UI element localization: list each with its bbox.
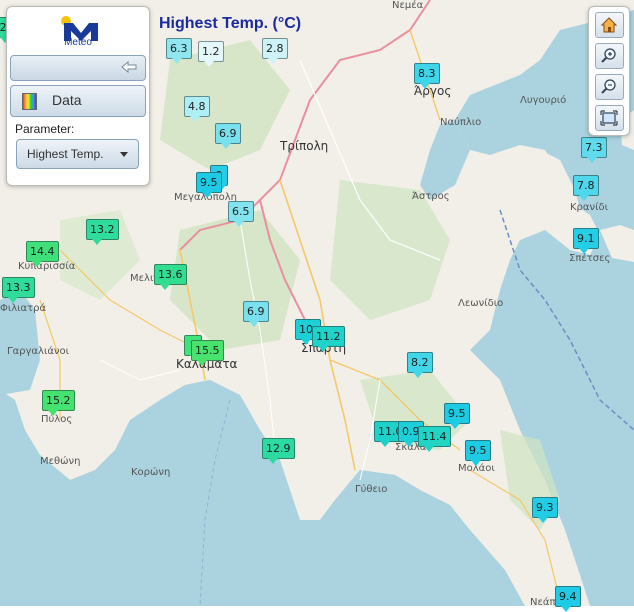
temperature-marker[interactable]: 6.3: [166, 38, 192, 64]
place-label: Λεωνίδιο: [458, 298, 504, 309]
place-label: Μεθώνη: [40, 456, 81, 467]
full-extent-icon: [600, 110, 618, 126]
place-label: Γύθειο: [355, 484, 388, 495]
place-label: Γαργαλιάνοι: [7, 346, 70, 357]
map-title: Highest Temp. (°C): [159, 15, 302, 32]
temperature-marker[interactable]: 7.8: [573, 175, 599, 201]
map-toolbar: [588, 6, 630, 136]
temperature-marker[interactable]: 8.2: [407, 352, 433, 378]
temperature-marker[interactable]: 13.3: [2, 277, 35, 303]
temperature-marker[interactable]: 15.5: [191, 340, 224, 366]
temperature-marker[interactable]: 9.4: [555, 586, 581, 612]
temperature-marker[interactable]: 6.9: [215, 123, 241, 149]
temperature-marker[interactable]: 7.3: [581, 137, 607, 163]
temperature-marker[interactable]: 9.5: [196, 172, 222, 198]
place-label: Άστρος: [412, 191, 450, 202]
parameter-label: Parameter:: [15, 122, 75, 136]
temperature-marker[interactable]: 6.5: [228, 201, 254, 227]
arrow-left-icon[interactable]: [121, 61, 137, 73]
full-extent-button[interactable]: [595, 105, 624, 131]
place-label: Κορώνη: [131, 467, 171, 478]
chevron-down-icon: [120, 152, 128, 157]
temperature-marker[interactable]: 12.9: [262, 438, 295, 464]
parameter-select-value: Highest Temp.: [27, 147, 104, 161]
color-scale-icon: [22, 93, 37, 110]
temperature-marker[interactable]: 9.5: [465, 440, 491, 466]
place-label: Ναύπλιο: [440, 117, 482, 128]
temperature-marker[interactable]: 11.4: [418, 426, 451, 452]
home-icon: [600, 17, 618, 33]
temperature-marker[interactable]: 9.1: [573, 228, 599, 254]
temperature-marker[interactable]: 9.5: [444, 403, 470, 429]
zoom-out-button[interactable]: [595, 74, 624, 100]
temperature-marker[interactable]: 4.8: [184, 96, 210, 122]
data-button-label: Data: [52, 92, 82, 108]
temperature-marker[interactable]: 8.3: [414, 63, 440, 89]
home-button[interactable]: [595, 12, 624, 38]
temperature-marker[interactable]: 13.6: [154, 264, 187, 290]
place-label: Σπέτσες: [569, 253, 611, 264]
zoom-in-icon: [601, 48, 616, 63]
place-label: Τρίπολη: [280, 139, 329, 153]
place-label: Νεάπ: [530, 597, 556, 608]
place-label: Φιλιατρά: [0, 303, 47, 314]
zoom-in-button[interactable]: [595, 43, 624, 69]
parameter-select[interactable]: Highest Temp.: [16, 139, 139, 169]
place-label: Νεμέα: [392, 0, 424, 11]
temperature-marker[interactable]: 15.2: [42, 390, 75, 416]
temperature-marker[interactable]: 14.4: [26, 241, 59, 267]
temperature-marker[interactable]: 1.2: [198, 41, 224, 67]
control-panel: Meteo Data Parameter: Highest Temp.: [6, 6, 150, 186]
temperature-marker[interactable]: 11.2: [312, 326, 345, 352]
time-slider[interactable]: [10, 55, 146, 81]
place-label: Κυπαρισσία: [18, 261, 76, 272]
zoom-out-icon: [601, 79, 616, 94]
data-button[interactable]: Data: [10, 85, 146, 117]
temperature-marker[interactable]: 13.2: [86, 219, 119, 245]
temperature-marker[interactable]: 6.9: [243, 301, 269, 327]
temperature-marker[interactable]: 9.3: [532, 497, 558, 523]
logo-text: Meteo: [64, 37, 92, 48]
temperature-marker[interactable]: 2.8: [262, 38, 288, 64]
place-label: Κρανίδι: [570, 202, 608, 213]
place-label: Λυγουριό: [520, 95, 567, 106]
